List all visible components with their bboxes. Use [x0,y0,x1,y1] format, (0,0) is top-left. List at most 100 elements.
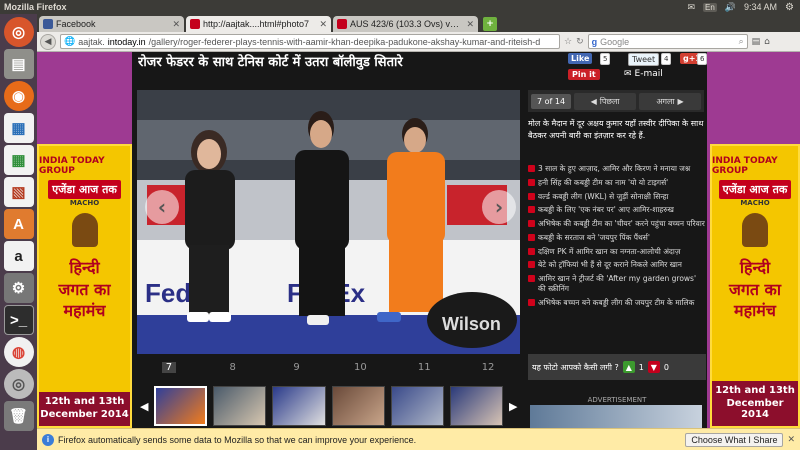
close-icon[interactable]: ✕ [319,19,327,30]
gear-icon[interactable]: ⚙ [785,2,794,13]
email-share[interactable]: ✉ E-mail [624,69,663,79]
thumbnail[interactable] [154,386,208,426]
thumb-number[interactable]: 7 [137,362,201,376]
bookmarks-icon[interactable]: ▤ [752,37,761,47]
related-item[interactable]: बेटे को ट्रॉफियां भी हैं से दूर कराने नि… [528,260,706,270]
strip-right-arrow-icon[interactable]: ▶ [509,400,517,413]
thumb-number[interactable]: 12 [456,362,520,376]
close-icon[interactable]: ✕ [466,19,474,30]
ad-brand: एजेंडा आज तक [718,180,792,199]
share-widget: Like 5 Tweet 4 g+1 6 Pin it ✉ E-mail [568,52,708,90]
chevron-left-icon: ◀ [590,96,597,106]
clock[interactable]: 9:34 AM [744,2,777,12]
photo-counter: 7 of 14 [531,93,572,109]
thumb-number[interactable]: 9 [265,362,329,376]
related-item[interactable]: हनी सिंह की कबड्डी टीम का नाम 'यो यो टाइ… [528,178,706,188]
advertisement-image[interactable] [530,405,702,428]
gallery-photo[interactable]: FedEx FedEx Wilson [137,90,520,354]
ad-year: December 2014 [712,398,798,426]
disc-icon[interactable]: ◎ [3,369,34,399]
previous-button[interactable]: ◀ पिछला [574,92,637,110]
next-photo-button[interactable]: › [482,190,516,224]
gallery-content: रोजर फेडरर के साथ टेनिस कोर्ट में उतरा ब… [132,52,708,428]
pin-it-button[interactable]: Pin it [568,69,600,80]
close-icon[interactable]: ✕ [172,19,180,30]
trash-icon[interactable]: 🗑 [3,401,34,431]
bullet-icon [528,233,535,241]
advertisement-label: ADVERTISEMENT [587,396,647,404]
thumbnail[interactable] [272,386,326,426]
ad-group-logo: INDIA TODAY GROUP [39,156,105,176]
calc-icon[interactable]: ▦ [3,145,34,175]
strip-left-arrow-icon[interactable]: ◀ [140,400,148,413]
related-item[interactable]: अभिषेक बच्चन बने कबड्डी लीग की जयपुर टीम… [528,298,706,308]
thumbnail[interactable] [331,386,385,426]
web-page: INDIA TODAY GROUP एजेंडा आज तक MACHO हिन… [37,52,800,428]
tab-aajtak[interactable]: http://aajtak....html#photo7 ✕ [186,16,331,32]
window-title: Mozilla Firefox [4,2,67,12]
amazon-icon[interactable]: a [3,241,34,271]
envelope-icon[interactable]: ✉ [687,2,695,13]
photo-caption: मोल के मैदान में दूर अक्षय कुमार यहाँ तस… [528,119,704,140]
reload-icon[interactable]: ↻ [576,37,584,47]
agenda-ad-banner[interactable]: INDIA TODAY GROUP एजेंडा आज तक MACHO हिन… [37,144,132,428]
software-center-icon[interactable]: A [3,209,34,239]
related-item[interactable]: वर्ल्ड कबड्डी लीग (WKL) से जुड़ीं सोनाक्… [528,192,706,202]
related-item[interactable]: कबड्डी के सरताज बने 'जयपुर पिंक पैंथर्स' [528,233,706,243]
thumbnail[interactable] [390,386,444,426]
related-galleries-list: 3 साल के हुए आज़ाद, आमिर और किरण ने मनाय… [528,164,706,311]
back-button[interactable]: ◀ [40,33,56,50]
related-item[interactable]: कबड्डी के लिए 'एक नंबर पर' आए आमिर-शाहरु… [528,205,706,215]
tweet-button[interactable]: Tweet [628,53,660,66]
tab-label: AUS 423/6 (103.3 Ovs) vs IN... [350,19,464,29]
bullet-icon [528,275,535,282]
navigation-bar: ◀ 🌐 aajtak. intoday.in/gallery/roger-fede… [37,32,800,52]
url-path: /gallery/roger-federer-plays-tennis-with… [148,36,541,47]
gallery-title: रोजर फेडरर के साथ टेनिस कोर्ट में उतरा ब… [138,55,403,70]
related-item[interactable]: दक्षिण PK में आमिर खान का नग्नता-आलोची अ… [528,247,706,257]
volume-icon[interactable]: 🔊 [725,2,736,13]
related-item[interactable]: 3 साल के हुए आज़ाद, आमिर और किरण ने मनाय… [528,164,706,174]
url-bar[interactable]: 🌐 aajtak. intoday.in/gallery/roger-federe… [60,34,560,49]
ad-partner: MACHO [69,199,100,207]
thumb-number[interactable]: 10 [328,362,392,376]
thumbs-down-icon[interactable]: ▼ [647,361,660,373]
tab-label: Facebook [56,19,96,29]
agenda-ad-banner[interactable]: INDIA TODAY GROUP एजेंडा आज तक MACHO हिन… [710,144,800,428]
choose-what-i-share-button[interactable]: Choose What I Share [685,432,784,447]
impress-icon[interactable]: ▧ [3,177,34,207]
terminal-icon[interactable]: >_ [3,305,34,335]
rating-question: यह फोटो आपको कैसी लगी ? [532,362,619,372]
thumb-number[interactable]: 11 [392,362,456,376]
keyboard-layout-indicator[interactable]: En [702,2,717,12]
related-item[interactable]: अभिषेक की कबड्डी टीम का 'चीयर' करने पहुं… [528,219,706,229]
tab-facebook[interactable]: Facebook ✕ [39,16,184,32]
previous-photo-button[interactable]: ‹ [145,190,179,224]
bullet-icon [528,165,535,172]
search-bar[interactable]: g Google ⌕ [587,34,748,49]
home-icon[interactable]: ⌂ [764,37,770,47]
close-icon[interactable]: ✕ [787,434,795,445]
right-ad-column: INDIA TODAY GROUP एजेंडा आज तक MACHO हिन… [707,52,800,428]
search-placeholder: Google [600,36,630,47]
chrome-icon[interactable]: ◍ [3,337,34,367]
firefox-icon[interactable]: ◉ [3,81,34,111]
settings-icon[interactable]: ⚙ [3,273,34,303]
files-icon[interactable]: ▤ [3,49,34,79]
new-tab-button[interactable]: + [483,17,497,31]
globe-icon: 🌐 [64,36,76,46]
next-button[interactable]: अगला ▶ [639,92,702,110]
facebook-like-button[interactable]: Like [568,53,593,64]
thumb-number[interactable]: 8 [201,362,265,376]
writer-icon[interactable]: ▦ [3,113,34,143]
photo-image: FedEx FedEx Wilson [137,90,520,354]
thumbs-up-icon[interactable]: ▲ [622,361,635,373]
tab-cricket-score[interactable]: AUS 423/6 (103.3 Ovs) vs IN... ✕ [333,16,478,32]
bookmark-star-icon[interactable]: ☆ [564,37,572,47]
related-item[interactable]: आमिर खान ने ट्रीजर्ट की 'After my garden… [528,274,706,294]
dash-icon[interactable]: ◎ [3,17,34,47]
thumbnail[interactable] [213,386,267,426]
search-icon[interactable]: ⌕ [739,36,744,47]
thumbnail[interactable] [449,386,503,426]
notification-bar: i Firefox automatically sends some data … [37,428,800,450]
